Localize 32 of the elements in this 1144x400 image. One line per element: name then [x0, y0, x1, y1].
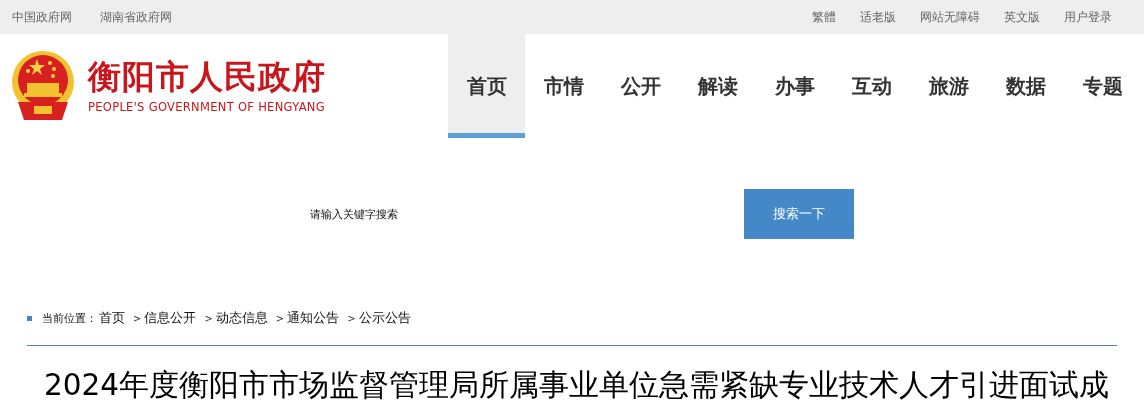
nav-tab[interactable]: 办事 — [756, 34, 833, 138]
top-link[interactable]: 湖南省政府网 — [100, 8, 172, 26]
nav-tab[interactable]: 专题 — [1064, 34, 1141, 138]
breadcrumb-label: 当前位置： — [42, 310, 97, 326]
site-name-english: PEOPLE'S GOVERNMENT OF HENGYANG — [88, 100, 326, 114]
breadcrumb-separator: > — [347, 312, 356, 324]
breadcrumb-separator: > — [133, 312, 142, 324]
breadcrumb-separator: > — [204, 312, 213, 324]
nav-tab[interactable]: 旅游 — [910, 34, 987, 138]
nav-tab[interactable]: 数据 — [987, 34, 1064, 138]
top-link[interactable]: 用户登录 — [1064, 8, 1112, 26]
breadcrumb-link[interactable]: 通知公告 — [287, 309, 340, 327]
square-bullet-icon — [27, 315, 32, 321]
article-title: 2024年度衡阳市市场监督管理局所属事业单位急需紧缺专业技术人才引进面试成 — [43, 367, 1111, 400]
search-button[interactable]: 搜索一下 — [744, 189, 854, 239]
breadcrumb-link[interactable]: 公示公告 — [358, 309, 411, 327]
breadcrumb-link[interactable]: 首页 — [99, 309, 125, 327]
top-link[interactable]: 适老版 — [860, 8, 896, 26]
emblem-icon — [10, 50, 76, 122]
nav-tab[interactable]: 解读 — [679, 34, 756, 138]
breadcrumb-separator: > — [275, 312, 285, 324]
top-link[interactable]: 繁體 — [812, 8, 836, 26]
nav-tab[interactable]: 互动 — [833, 34, 910, 138]
breadcrumb-link[interactable]: 信息公开 — [144, 309, 197, 327]
site-name: 衡阳市人民政府 — [88, 58, 326, 96]
top-link[interactable]: 中国政府网 — [12, 8, 72, 26]
nav-tab[interactable]: 市情 — [525, 34, 602, 138]
breadcrumb-link[interactable]: 动态信息 — [215, 309, 268, 327]
top-link[interactable]: 网站无障碍 — [920, 8, 980, 26]
nav-tab[interactable]: 公开 — [602, 34, 679, 138]
top-link[interactable]: 英文版 — [1004, 8, 1040, 26]
nav-tab[interactable]: 首页 — [448, 34, 525, 138]
